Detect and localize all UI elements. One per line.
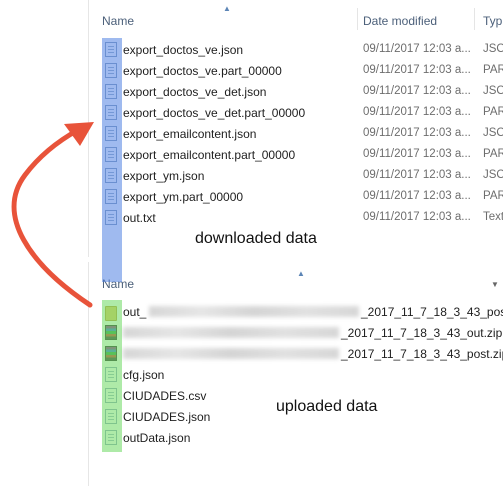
curved-arrow-icon [11,122,94,308]
